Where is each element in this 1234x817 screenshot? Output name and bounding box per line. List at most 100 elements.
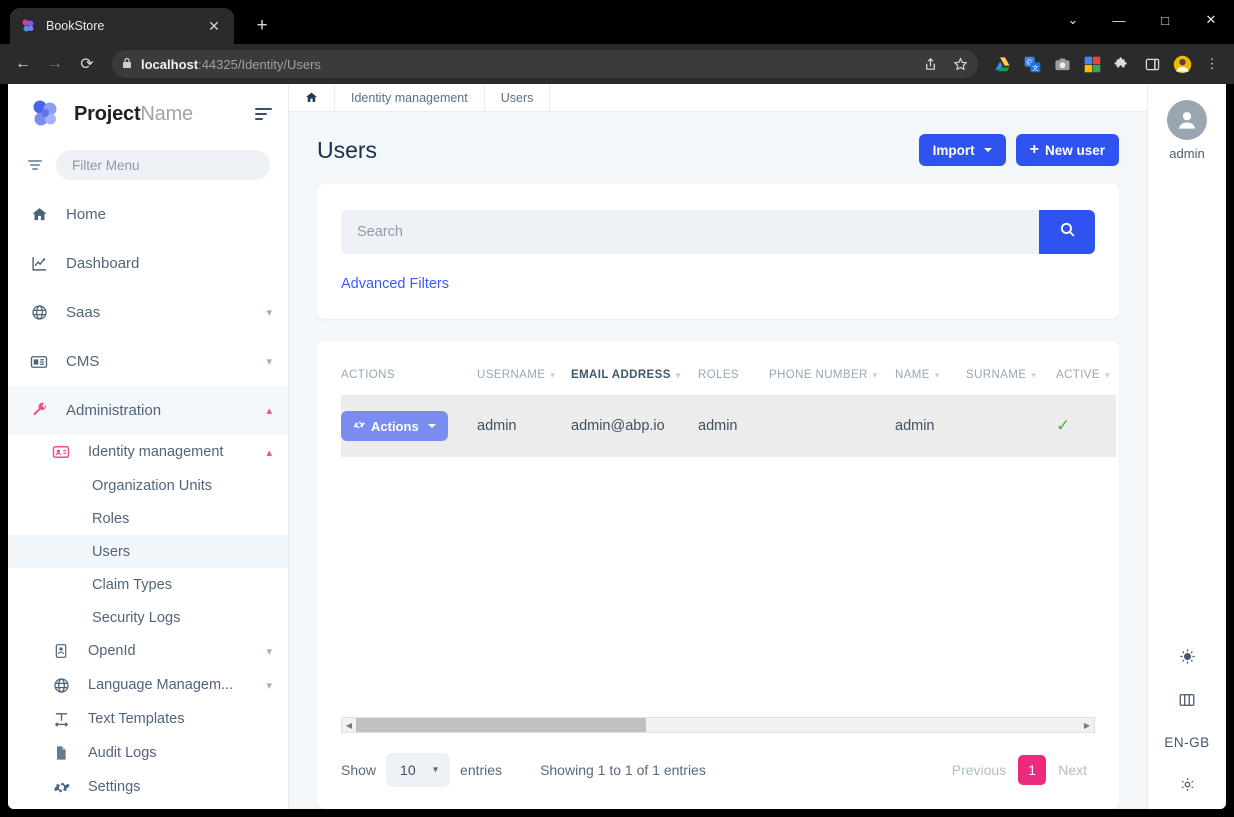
language-selector[interactable]: EN-GB bbox=[1164, 735, 1209, 750]
sidebar-item-label: Home bbox=[66, 206, 107, 223]
maximize-icon[interactable]: □ bbox=[1142, 0, 1188, 40]
new-tab-button[interactable]: + bbox=[248, 12, 276, 40]
tab-title: BookStore bbox=[46, 19, 105, 33]
gear-icon[interactable] bbox=[1179, 776, 1196, 793]
sidebar-item-label: Claim Types bbox=[92, 576, 173, 593]
sidebar-item-home[interactable]: Home bbox=[8, 190, 288, 239]
column-header-roles[interactable]: ROLES bbox=[698, 363, 769, 395]
sidebar-item-language-management[interactable]: Language Managem... ▾ bbox=[8, 668, 288, 702]
pagination-page-1[interactable]: 1 bbox=[1018, 755, 1047, 785]
layout-columns-icon[interactable] bbox=[1178, 691, 1196, 709]
browser-window: BookStore ✕ + ⌄ — □ ✕ ← → ⟳ localhost:44… bbox=[0, 0, 1234, 817]
sidebar-item-audit-logs[interactable]: Audit Logs bbox=[8, 736, 288, 770]
pagination-previous[interactable]: Previous bbox=[944, 755, 1014, 785]
import-button[interactable]: Import bbox=[918, 134, 1006, 166]
column-header-name[interactable]: NAME ▾ bbox=[895, 363, 966, 395]
chevron-down-icon: ▾ bbox=[266, 679, 272, 692]
scroll-left-arrow-icon[interactable]: ◀ bbox=[342, 721, 356, 730]
brightness-icon[interactable] bbox=[1179, 648, 1196, 665]
bookmark-star-icon[interactable] bbox=[946, 50, 974, 78]
sidebar-item-dashboard[interactable]: Dashboard bbox=[8, 239, 288, 288]
page-viewport: ProjectName Home bbox=[8, 84, 1226, 809]
search-input[interactable] bbox=[341, 210, 1039, 254]
page-size-select[interactable]: 10 bbox=[386, 753, 451, 787]
column-header-active[interactable]: ACTIVE ▾ bbox=[1056, 363, 1116, 395]
app-sidebar: ProjectName Home bbox=[8, 84, 289, 809]
address-bar[interactable]: localhost:44325/Identity/Users bbox=[112, 50, 978, 78]
column-header-email-address[interactable]: EMAIL ADDRESS ▾ bbox=[571, 363, 698, 395]
sidebar-item-settings[interactable]: Settings bbox=[8, 770, 288, 804]
page-size-select-wrap: 10 ▾ bbox=[386, 753, 451, 787]
sidebar-item-identity-management[interactable]: Identity management ▴ bbox=[8, 435, 288, 469]
user-avatar-icon[interactable] bbox=[1167, 100, 1207, 140]
minimize-icon[interactable]: — bbox=[1096, 0, 1142, 40]
side-panel-icon[interactable] bbox=[1138, 50, 1166, 78]
document-icon bbox=[48, 745, 74, 761]
sidebar-item-text-templates[interactable]: Text Templates bbox=[8, 702, 288, 736]
table-row[interactable]: Actions admin admin@abp.io admin admin ✓ bbox=[341, 395, 1116, 457]
breadcrumb-item-users[interactable]: Users bbox=[485, 84, 551, 112]
close-icon[interactable]: ✕ bbox=[204, 16, 224, 36]
chrome-menu-icon[interactable]: ⋮ bbox=[1198, 50, 1226, 78]
url-path: :44325/Identity/Users bbox=[198, 56, 321, 72]
column-header-actions[interactable]: ACTIONS bbox=[341, 363, 477, 395]
breadcrumb-home-icon[interactable] bbox=[289, 84, 335, 112]
right-rail: admin EN-GB bbox=[1147, 84, 1226, 809]
sidebar-item-security-logs[interactable]: Security Logs bbox=[8, 601, 288, 634]
wrench-icon bbox=[26, 402, 52, 419]
sidebar-item-label: Security Logs bbox=[92, 609, 181, 626]
sidebar-item-administration[interactable]: Administration ▴ bbox=[8, 386, 288, 435]
google-photos-icon[interactable] bbox=[1078, 50, 1106, 78]
table-horizontal-scrollbar[interactable]: ◀ ▶ bbox=[341, 717, 1095, 733]
openid-icon bbox=[48, 643, 74, 659]
filter-menu-input[interactable] bbox=[56, 150, 270, 180]
search-button[interactable] bbox=[1039, 210, 1095, 254]
sidebar-item-claim-types[interactable]: Claim Types bbox=[8, 568, 288, 601]
extensions-puzzle-icon[interactable] bbox=[1108, 50, 1136, 78]
screenshot-camera-icon[interactable] bbox=[1048, 50, 1076, 78]
tab-search-icon[interactable]: ⌄ bbox=[1050, 0, 1096, 40]
forward-icon[interactable]: → bbox=[40, 49, 70, 79]
cell-actions: Actions bbox=[341, 395, 477, 457]
column-header-phone-number[interactable]: PHONE NUMBER ▾ bbox=[769, 363, 895, 395]
sidebar-toggle-icon[interactable] bbox=[255, 108, 272, 120]
breadcrumb-item-identity-management[interactable]: Identity management bbox=[335, 84, 485, 112]
filter-menu-row bbox=[8, 144, 288, 190]
new-user-button[interactable]: + New user bbox=[1015, 134, 1119, 166]
google-drive-icon[interactable] bbox=[988, 50, 1016, 78]
search-row bbox=[341, 210, 1095, 254]
advanced-filters-link[interactable]: Advanced Filters bbox=[341, 276, 449, 292]
column-label: ROLES bbox=[698, 369, 739, 381]
sidebar-item-organization-units[interactable]: Organization Units bbox=[8, 469, 288, 502]
brand-name: ProjectName bbox=[74, 103, 193, 126]
browser-tab[interactable]: BookStore ✕ bbox=[10, 8, 234, 44]
cell-username: admin bbox=[477, 418, 517, 434]
profile-avatar-icon[interactable] bbox=[1168, 50, 1196, 78]
scrollbar-thumb[interactable] bbox=[356, 718, 646, 732]
sidebar-item-openid[interactable]: OpenId ▾ bbox=[8, 634, 288, 668]
window-controls: ⌄ — □ ✕ bbox=[1050, 0, 1234, 40]
row-actions-button[interactable]: Actions bbox=[341, 411, 448, 441]
sidebar-item-label: Administration bbox=[66, 402, 162, 419]
page-action-buttons: Import + New user bbox=[918, 134, 1119, 166]
scrollbar-track[interactable] bbox=[356, 718, 1080, 732]
column-header-username[interactable]: USERNAME ▾ bbox=[477, 363, 571, 395]
sidebar-item-label: Settings bbox=[88, 779, 141, 795]
sidebar-item-cms[interactable]: CMS ▾ bbox=[8, 337, 288, 386]
page-header: Users Import + New user bbox=[289, 112, 1147, 176]
sidebar-item-label: Audit Logs bbox=[88, 745, 157, 761]
google-translate-icon[interactable]: G文 bbox=[1018, 50, 1046, 78]
column-header-surname[interactable]: SURNAME ▾ bbox=[966, 363, 1056, 395]
window-close-icon[interactable]: ✕ bbox=[1188, 0, 1234, 40]
gear-icon bbox=[353, 419, 365, 434]
share-icon[interactable] bbox=[916, 50, 944, 78]
sidebar-item-users[interactable]: Users bbox=[8, 535, 288, 568]
url-host: localhost bbox=[141, 56, 199, 72]
scroll-right-arrow-icon[interactable]: ▶ bbox=[1080, 721, 1094, 730]
sidebar-item-roles[interactable]: Roles bbox=[8, 502, 288, 535]
pagination-next[interactable]: Next bbox=[1050, 755, 1095, 785]
back-icon[interactable]: ← bbox=[8, 49, 38, 79]
table-body: Actions admin admin@abp.io admin admin ✓ bbox=[341, 395, 1116, 457]
reload-icon[interactable]: ⟳ bbox=[72, 49, 102, 79]
sidebar-item-saas[interactable]: Saas ▾ bbox=[8, 288, 288, 337]
